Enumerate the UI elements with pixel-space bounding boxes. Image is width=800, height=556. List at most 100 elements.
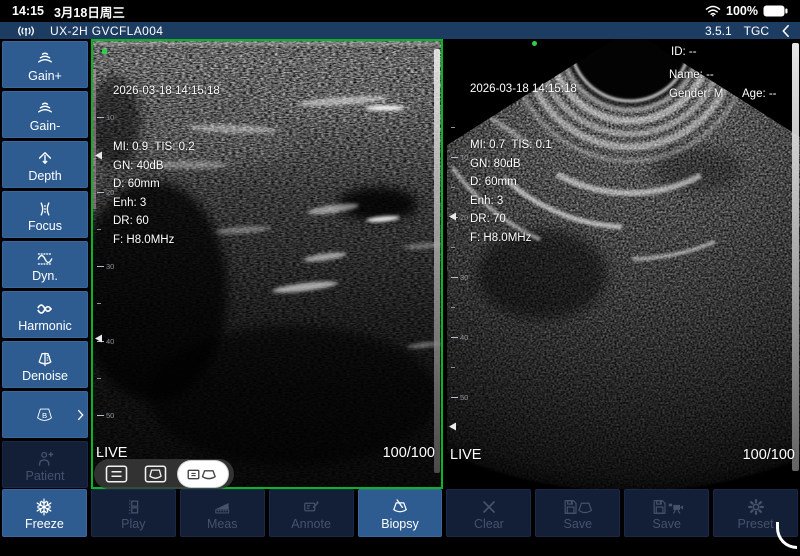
save-video-label: Save: [652, 517, 681, 532]
play-label: Play: [121, 517, 145, 532]
depth-button[interactable]: Depth: [2, 141, 88, 188]
save-video-button[interactable]: Save: [624, 489, 709, 537]
denoise-label: Denoise: [22, 369, 68, 384]
battery-icon: [763, 5, 788, 17]
harmonic-label: Harmonic: [18, 319, 72, 334]
denoise-button[interactable]: Denoise: [2, 341, 88, 388]
b-mode-button[interactable]: B: [2, 391, 88, 438]
live-status-right: LIVE: [450, 447, 481, 463]
focus-label: Focus: [28, 219, 62, 234]
timestamp: 2026-03-18 14:15:18: [470, 80, 577, 99]
focus-icon: [35, 196, 55, 219]
annote-icon: [301, 494, 321, 517]
patient-label: Patient: [26, 469, 65, 484]
param-line: Enh: 3: [113, 194, 220, 213]
annote-label: Annote: [291, 517, 331, 532]
param-line: GN: 80dB: [470, 155, 577, 174]
param-line: D: 60mm: [470, 173, 577, 192]
param-line: MI: 0.7 TIS: 0.1: [470, 136, 577, 155]
dyn-icon: [35, 246, 55, 269]
param-line: F: H8.0MHz: [470, 229, 577, 248]
play-icon: [123, 494, 143, 517]
meas-button[interactable]: Meas: [180, 489, 265, 537]
save-image-icon: [561, 494, 594, 517]
status-time: 14:15: [12, 4, 44, 18]
live-indicator-dot-left: [102, 49, 107, 54]
status-bar: 14:15 3月18日周三 100%: [0, 0, 800, 22]
freeze-icon: [34, 494, 54, 517]
frame-counter-right: 100/100: [743, 447, 795, 463]
denoise-icon: [35, 346, 55, 369]
status-date: 3月18日周三: [54, 2, 125, 21]
software-version: 3.5.1: [705, 24, 732, 38]
timestamp: 2026-03-18 14:15:18: [113, 82, 220, 101]
param-line: GN: 40dB: [113, 157, 220, 176]
image-stage: 1020304050 2026-03-18 14:15:18 MI: 0.9 T…: [90, 39, 800, 489]
image-params-right: 2026-03-18 14:15:18 MI: 0.7 TIS: 0.1GN: …: [470, 43, 577, 192]
b-image-panel-left[interactable]: 1020304050 2026-03-18 14:15:18 MI: 0.9 T…: [91, 39, 443, 489]
view-convex-button[interactable]: [139, 462, 172, 486]
save-video-icon: [650, 494, 683, 517]
focus-button[interactable]: Focus: [2, 191, 88, 238]
device-title: UX-2H GVCFLA004: [50, 24, 163, 38]
probe-signal-icon: [14, 23, 38, 39]
wifi-icon: [705, 5, 721, 17]
view-dual-button[interactable]: [178, 461, 228, 487]
biopsy-button[interactable]: Biopsy: [358, 489, 443, 537]
patient-button[interactable]: Patient: [2, 441, 88, 488]
freeze-button[interactable]: Freeze: [2, 489, 87, 537]
param-line: F: H8.0MHz: [113, 231, 220, 250]
freeze-label: Freeze: [25, 517, 64, 532]
meas-icon: [212, 494, 232, 517]
param-line: DR: 60: [113, 212, 220, 231]
dyn-label: Dyn.: [32, 269, 58, 284]
annote-button[interactable]: Annote: [269, 489, 354, 537]
param-line: D: 60mm: [113, 175, 220, 194]
depth-icon: [35, 146, 55, 169]
param-line: DR: 70: [470, 210, 577, 229]
gain-plus-button[interactable]: Gain+: [2, 41, 88, 88]
play-button[interactable]: Play: [91, 489, 176, 537]
gain-plus-label: Gain+: [28, 69, 62, 84]
save-image-button[interactable]: Save: [535, 489, 620, 537]
meas-label: Meas: [207, 517, 238, 532]
patient-icon: [35, 446, 55, 469]
view-layout-switcher: [94, 459, 234, 489]
clear-icon: [479, 494, 499, 517]
gain-minus-button[interactable]: Gain-: [2, 91, 88, 138]
frame-counter-left: 100/100: [383, 445, 435, 461]
bottom-toolbar: Freeze Play Meas Annote Biopsy Clear Save Save P…: [0, 489, 800, 537]
save-image-label: Save: [564, 517, 593, 532]
b-fan-icon: B: [33, 403, 56, 426]
image-params-left: 2026-03-18 14:15:18 MI: 0.9 TIS: 0.2GN: …: [113, 45, 220, 194]
biopsy-icon: [390, 494, 410, 517]
preset-icon: [746, 494, 766, 517]
depth-label: Depth: [28, 169, 61, 184]
tgc-collapse-chevron-icon[interactable]: [781, 24, 790, 38]
clear-button[interactable]: Clear: [446, 489, 531, 537]
gain-minus-icon: [35, 96, 55, 119]
biopsy-label: Biopsy: [381, 517, 419, 532]
preset-label: Preset: [738, 517, 774, 532]
sidebar: Gain+ Gain- Depth Focus Dyn. Harmonic Denoise B…: [0, 39, 90, 489]
patient-id: ID: --: [671, 46, 697, 58]
app-header: UX-2H GVCFLA004 3.5.1 TGC: [0, 22, 800, 39]
patient-gender: Gender: M: [669, 88, 723, 100]
harmonic-icon: [35, 296, 55, 319]
expand-chevron-icon: [77, 408, 84, 421]
harmonic-button[interactable]: Harmonic: [2, 291, 88, 338]
gain-minus-label: Gain-: [30, 119, 61, 134]
view-linear-button[interactable]: [100, 462, 133, 486]
battery-percent: 100%: [726, 4, 758, 18]
patient-age: Age: --: [742, 88, 777, 100]
patient-name: Name: --: [669, 69, 714, 81]
gain-plus-icon: [35, 46, 55, 69]
corner-arc-decoration: [776, 522, 797, 549]
tgc-label[interactable]: TGC: [744, 24, 769, 38]
clear-label: Clear: [474, 517, 504, 532]
param-line: MI: 0.9 TIS: 0.2: [113, 138, 220, 157]
dyn-button[interactable]: Dyn.: [2, 241, 88, 288]
b-image-panel-right[interactable]: 1020304050 2026-03-18 14:15:18 MI: 0.7 T…: [447, 39, 800, 489]
svg-text:B: B: [42, 411, 47, 420]
param-line: Enh: 3: [470, 192, 577, 211]
